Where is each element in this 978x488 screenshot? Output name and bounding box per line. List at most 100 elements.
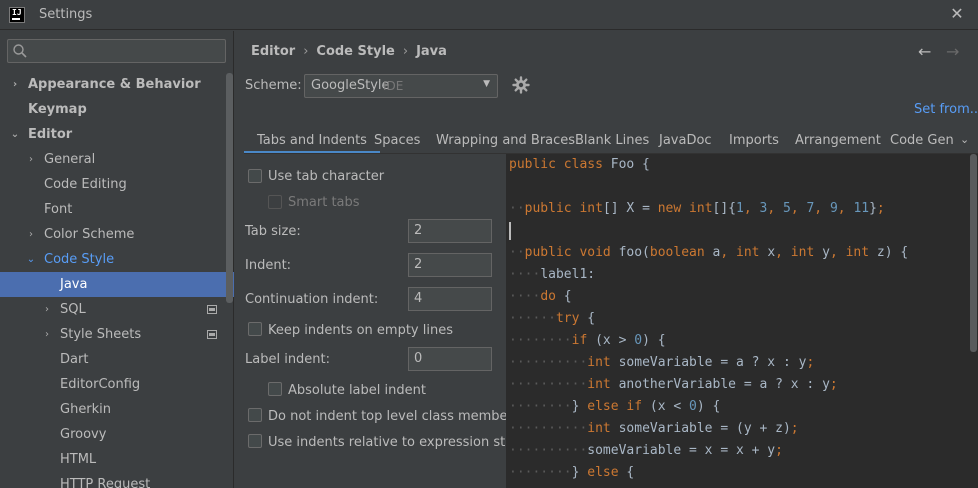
code-token: ; bbox=[829, 377, 838, 392]
sidebar-item-gherkin[interactable]: Gherkin bbox=[0, 397, 234, 422]
sidebar-item-style-sheets[interactable]: › Style Sheets bbox=[0, 322, 234, 347]
tab-blank-lines[interactable]: Blank Lines bbox=[575, 133, 649, 148]
code-token: ·· bbox=[509, 245, 525, 260]
code-token: ········ bbox=[509, 399, 572, 414]
code-token: public void bbox=[524, 245, 619, 260]
sidebar-item-code-editing[interactable]: Code Editing bbox=[0, 172, 234, 197]
tab-bar: Tabs and Indents Spaces Wrapping and Brace… bbox=[244, 128, 978, 154]
label-indent-field[interactable]: 0 bbox=[408, 347, 492, 371]
sidebar-item-font[interactable]: Font bbox=[0, 197, 234, 222]
code-token: someVariable = (y + z) bbox=[618, 421, 791, 436]
no-indent-top-level-checkbox[interactable] bbox=[248, 408, 262, 422]
tab-spaces[interactable]: Spaces bbox=[374, 133, 420, 148]
absolute-label-indent-label: Absolute label indent bbox=[288, 383, 426, 398]
sidebar-item-label: Code Style bbox=[44, 252, 115, 267]
tab-tabs-and-indents[interactable]: Tabs and Indents bbox=[244, 133, 380, 153]
no-indent-top-level-label: Do not indent top level class members bbox=[268, 409, 520, 424]
code-token: 9 bbox=[829, 201, 838, 216]
close-icon[interactable]: ✕ bbox=[948, 4, 966, 24]
sidebar-item-label: Editor bbox=[28, 127, 73, 142]
code-token: ·· bbox=[509, 201, 525, 216]
search-input[interactable] bbox=[7, 39, 226, 63]
code-token: else bbox=[587, 465, 627, 480]
code-token: } bbox=[869, 201, 877, 216]
code-preview[interactable]: public class Foo {··public int[] X = new… bbox=[506, 154, 978, 488]
settings-tree: › Appearance & Behavior Keymap ⌄ Editor › Gene… bbox=[0, 72, 234, 488]
keep-indents-checkbox[interactable] bbox=[248, 322, 262, 336]
search-icon bbox=[13, 44, 27, 58]
sidebar-item-label: Java bbox=[60, 277, 88, 292]
absolute-label-indent-checkbox[interactable] bbox=[268, 382, 282, 396]
chevron-right-icon[interactable]: › bbox=[10, 72, 20, 97]
sidebar-item-http-request[interactable]: HTTP Request bbox=[0, 472, 234, 488]
relative-indents-checkbox[interactable] bbox=[248, 434, 262, 448]
code-scrollbar[interactable] bbox=[970, 154, 977, 352]
tab-imports[interactable]: Imports bbox=[729, 133, 779, 148]
sidebar-item-html[interactable]: HTML bbox=[0, 447, 234, 472]
set-from-link[interactable]: Set from... bbox=[914, 102, 978, 117]
smart-tabs-checkbox bbox=[268, 195, 282, 209]
code-token: else if bbox=[587, 399, 650, 414]
code-token: ; bbox=[806, 355, 815, 370]
code-token: , bbox=[743, 201, 760, 216]
code-token: , bbox=[790, 201, 807, 216]
code-token: ; bbox=[876, 201, 885, 216]
breadcrumb-java: Java bbox=[416, 44, 447, 59]
code-token: ···· bbox=[509, 267, 541, 282]
tab-arrangement[interactable]: Arrangement bbox=[795, 133, 881, 148]
chevron-right-icon[interactable]: › bbox=[42, 322, 52, 347]
code-line: ··public int[] X = new int[]{1, 3, 5, 7,… bbox=[509, 198, 885, 220]
sidebar-item-label: Code Editing bbox=[44, 177, 127, 192]
sidebar-item-general[interactable]: › General bbox=[0, 147, 234, 172]
tab-size-field[interactable]: 2 bbox=[408, 219, 492, 243]
breadcrumb-separator: › bbox=[303, 44, 309, 59]
code-line: ········} else if (x < 0) { bbox=[509, 396, 720, 418]
chevron-right-icon[interactable]: › bbox=[42, 297, 52, 322]
scheme-scope-icon bbox=[207, 305, 217, 314]
use-tab-character-checkbox[interactable] bbox=[248, 169, 262, 183]
gear-icon[interactable] bbox=[512, 76, 530, 94]
code-line: ····label1: bbox=[509, 264, 595, 286]
sidebar-item-label: Color Scheme bbox=[44, 227, 135, 242]
tab-wrapping-and-braces[interactable]: Wrapping and Braces bbox=[436, 133, 575, 148]
indent-field[interactable]: 2 bbox=[408, 253, 492, 277]
continuation-indent-label: Continuation indent: bbox=[245, 292, 379, 307]
chevron-down-icon[interactable]: ⌄ bbox=[26, 247, 36, 272]
code-token: (x < bbox=[649, 399, 690, 414]
code-token: label1: bbox=[540, 267, 596, 282]
code-token: 0 bbox=[689, 399, 697, 414]
sidebar-item-dart[interactable]: Dart bbox=[0, 347, 234, 372]
chevron-down-icon[interactable]: ⌄ bbox=[10, 122, 20, 147]
sidebar-item-java[interactable]: Java bbox=[0, 272, 234, 297]
sidebar-item-appearance-behavior[interactable]: › Appearance & Behavior bbox=[0, 72, 234, 97]
code-token: ·········· bbox=[509, 377, 588, 392]
sidebar-scrollbar[interactable] bbox=[226, 73, 233, 303]
code-token: ) { bbox=[642, 333, 666, 348]
sidebar-item-keymap[interactable]: Keymap bbox=[0, 97, 234, 122]
breadcrumb: Editor › Code Style › Java bbox=[251, 44, 447, 59]
sidebar-item-code-style[interactable]: ⌄ Code Style bbox=[0, 247, 234, 272]
smart-tabs-label: Smart tabs bbox=[288, 195, 360, 210]
chevron-right-icon[interactable]: › bbox=[26, 222, 36, 247]
code-token: , bbox=[837, 201, 854, 216]
breadcrumb-editor: Editor bbox=[251, 44, 296, 59]
sidebar-item-groovy[interactable]: Groovy bbox=[0, 422, 234, 447]
sidebar-item-label: SQL bbox=[60, 302, 86, 317]
back-arrow-icon[interactable]: ← bbox=[918, 42, 931, 61]
sidebar-item-editor[interactable]: ⌄ Editor bbox=[0, 122, 234, 147]
code-line: ··········someVariable = x = x + y; bbox=[509, 440, 783, 462]
sidebar-item-color-scheme[interactable]: › Color Scheme bbox=[0, 222, 234, 247]
tab-javadoc[interactable]: JavaDoc bbox=[659, 133, 712, 148]
sidebar-item-editorconfig[interactable]: EditorConfig bbox=[0, 372, 234, 397]
chevron-right-icon[interactable]: › bbox=[26, 147, 36, 172]
scheme-dropdown[interactable]: GoogleStyle IDE ▼ bbox=[304, 74, 498, 98]
code-token: z) { bbox=[876, 245, 909, 260]
sidebar-item-sql[interactable]: › SQL bbox=[0, 297, 234, 322]
code-token: 1 bbox=[736, 201, 744, 216]
chevron-down-icon[interactable]: ⌄ bbox=[960, 133, 969, 146]
tab-code-gen[interactable]: Code Gen bbox=[890, 133, 954, 148]
continuation-indent-field[interactable]: 4 bbox=[408, 287, 492, 311]
code-token: new int bbox=[657, 201, 713, 216]
code-token: ; bbox=[790, 421, 799, 436]
label-indent-label: Label indent: bbox=[245, 352, 331, 367]
